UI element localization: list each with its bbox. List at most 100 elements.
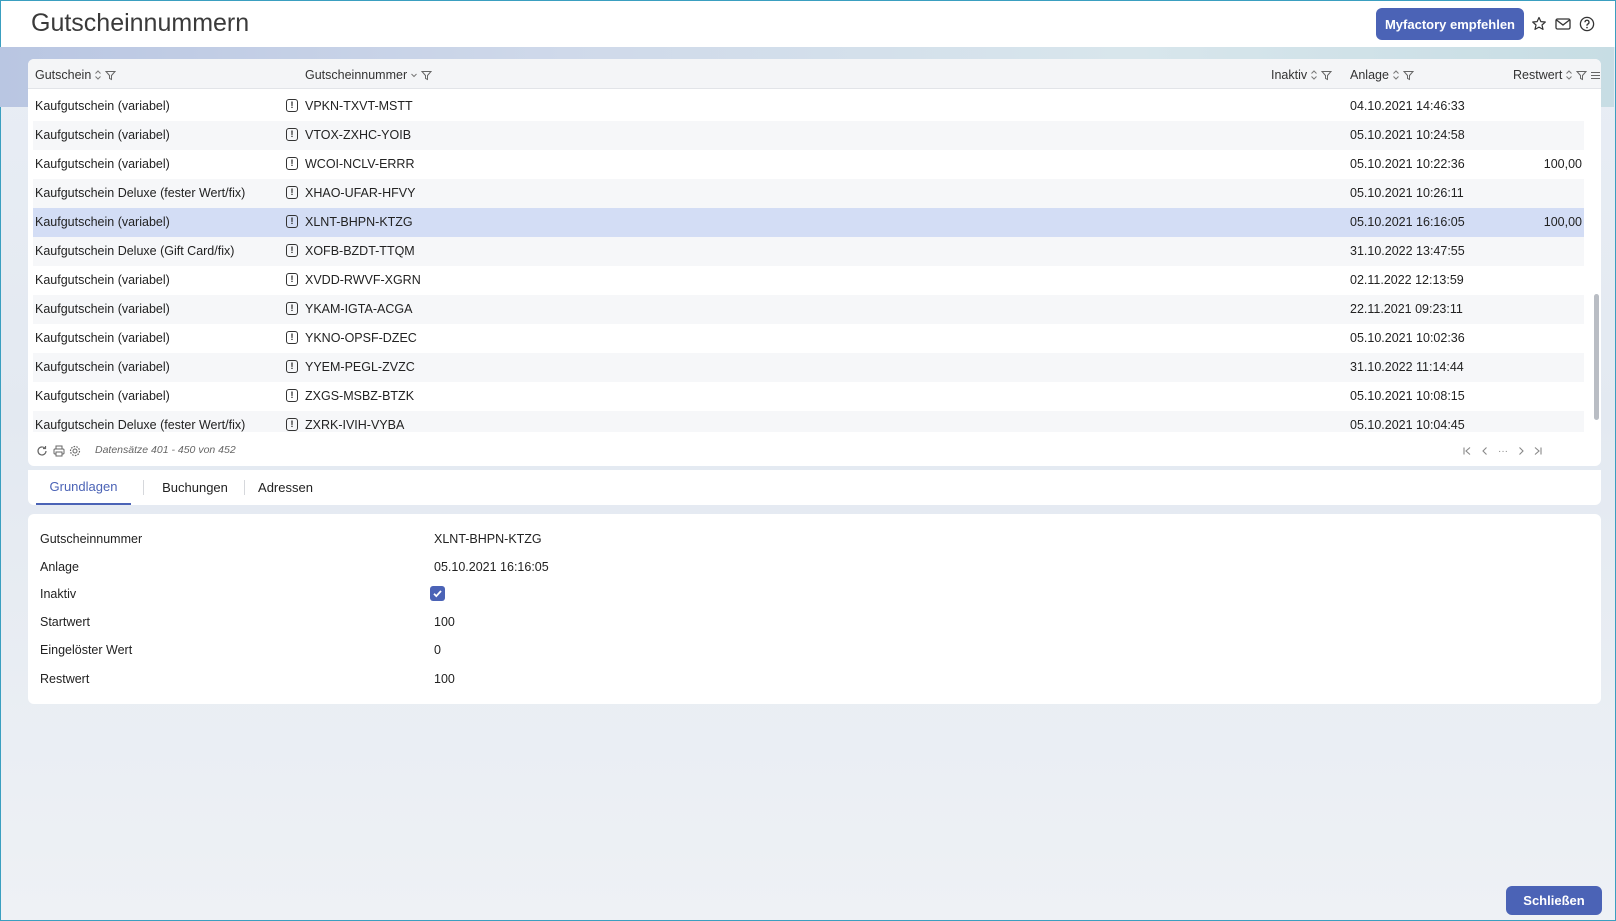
grid-footer: Datensätze 401 - 450 von 452 ··· (28, 440, 1601, 462)
table-row[interactable]: Kaufgutschein Deluxe (Gift Card/fix)! XOF… (33, 237, 1584, 266)
cell-gutscheinnummer: YKNO-OPSF-DZEC (305, 331, 417, 345)
table-row[interactable]: Kaufgutschein (variabel)! WCOI-NCLV-ERRR 0… (33, 150, 1584, 179)
cell-gutscheinnummer: YKAM-IGTA-ACGA (305, 302, 413, 316)
table-row[interactable]: Kaufgutschein (variabel)! VPKN-TXVT-MSTT 0… (33, 92, 1584, 121)
column-label: Restwert (1513, 68, 1563, 82)
print-icon[interactable] (52, 444, 66, 458)
grid-scrollbar[interactable] (1594, 92, 1599, 432)
sort-icon[interactable] (1565, 69, 1573, 81)
cell-gutschein: Kaufgutschein (variabel) (35, 389, 170, 403)
cell-gutscheinnummer: ZXRK-IVIH-VYBA (305, 418, 405, 432)
cell-anlage: 31.10.2022 13:47:55 (1350, 244, 1465, 258)
gutscheinnummer-value: XLNT-BHPN-KTZG (434, 532, 542, 546)
detail-tabs: Grundlagen Buchungen Adressen (28, 470, 1601, 505)
star-icon[interactable] (1529, 14, 1549, 34)
warning-icon: ! (286, 186, 298, 199)
grid-body: Kaufgutschein (variabel)! VPKN-TXVT-MSTT 0… (33, 92, 1584, 432)
help-icon[interactable] (1577, 14, 1597, 34)
cell-gutscheinnummer: XOFB-BZDT-TTQM (305, 244, 415, 258)
warning-icon: ! (286, 418, 298, 431)
column-header-anlage[interactable]: Anlage (1350, 67, 1414, 83)
filter-icon[interactable] (105, 70, 117, 81)
column-label: Anlage (1350, 68, 1389, 82)
column-label: Gutscheinnummer (305, 68, 408, 82)
tab-adressen[interactable]: Adressen (248, 470, 323, 505)
warning-icon: ! (286, 99, 298, 112)
restwert-label: Restwert (40, 672, 90, 686)
tab-buchungen[interactable]: Buchungen (148, 470, 242, 505)
cell-gutscheinnummer: XHAO-UFAR-HFVY (305, 186, 416, 200)
cell-anlage: 05.10.2021 10:26:11 (1350, 186, 1464, 200)
table-row[interactable]: Kaufgutschein Deluxe (fester Wert/fix)! Z… (33, 411, 1584, 432)
filter-icon[interactable] (1321, 70, 1333, 81)
sort-icon[interactable] (1392, 69, 1400, 81)
cell-gutscheinnummer: YYEM-PEGL-ZVZC (305, 360, 415, 374)
warning-icon: ! (286, 302, 298, 315)
cell-restwert: 100,00 (1543, 215, 1582, 229)
last-page-icon[interactable] (1531, 444, 1545, 458)
warning-icon: ! (286, 244, 298, 257)
eingeloest-label: Eingelöster Wert (40, 643, 133, 657)
cell-gutschein: Kaufgutschein (variabel) (35, 331, 170, 345)
refresh-icon[interactable] (35, 444, 49, 458)
cell-anlage: 31.10.2022 11:14:44 (1350, 360, 1464, 374)
cell-gutschein: Kaufgutschein Deluxe (Gift Card/fix) (35, 244, 235, 258)
previous-page-icon[interactable] (1478, 444, 1492, 458)
column-label: Gutschein (35, 68, 92, 82)
table-row[interactable]: Kaufgutschein (variabel)! VTOX-ZXHC-YOIB 0… (33, 121, 1584, 150)
gutscheinnummer-label: Gutscheinnummer (40, 532, 143, 546)
cell-gutschein: Kaufgutschein (variabel) (35, 360, 170, 374)
sort-icon[interactable] (94, 69, 102, 81)
table-row[interactable]: Kaufgutschein (variabel)! YKNO-OPSF-DZEC 0… (33, 324, 1584, 353)
column-header-restwert[interactable]: Restwert (1513, 67, 1601, 83)
warning-icon: ! (286, 215, 298, 228)
inaktiv-label: Inaktiv (40, 587, 77, 601)
startwert-value: 100 (434, 615, 455, 629)
grid-header: Gutschein Gutscheinnummer Inaktiv Anlage… (28, 59, 1601, 89)
tab-grundlagen[interactable]: Grundlagen (36, 470, 131, 505)
mail-icon[interactable] (1553, 14, 1573, 34)
inaktiv-checkbox[interactable] (430, 586, 445, 601)
table-row[interactable]: Kaufgutschein (variabel)! XLNT-BHPN-KTZG 0… (33, 208, 1584, 237)
warning-icon: ! (286, 157, 298, 170)
next-page-icon[interactable] (1514, 444, 1528, 458)
column-label: Inaktiv (1271, 68, 1308, 82)
cell-anlage: 05.10.2021 10:24:58 (1350, 128, 1465, 142)
warning-icon: ! (286, 331, 298, 344)
table-row[interactable]: Kaufgutschein (variabel)! ZXGS-MSBZ-BTZK 0… (33, 382, 1584, 411)
gear-icon[interactable] (68, 444, 82, 458)
voucher-grid: Gutschein Gutscheinnummer Inaktiv Anlage… (28, 59, 1601, 466)
page-ellipsis[interactable]: ··· (1496, 444, 1510, 458)
anlage-value: 05.10.2021 16:16:05 (434, 560, 549, 574)
column-header-gutscheinnummer[interactable]: Gutscheinnummer (305, 67, 433, 83)
sort-desc-icon[interactable] (410, 69, 418, 81)
cell-gutschein: Kaufgutschein (variabel) (35, 157, 170, 171)
filter-icon[interactable] (1576, 70, 1588, 81)
record-count: Datensätze 401 - 450 von 452 (95, 444, 236, 456)
table-row[interactable]: Kaufgutschein (variabel)! YKAM-IGTA-ACGA 2… (33, 295, 1584, 324)
close-button[interactable]: Schließen (1506, 886, 1602, 915)
cell-gutscheinnummer: XLNT-BHPN-KTZG (305, 215, 413, 229)
cell-gutschein: Kaufgutschein (variabel) (35, 128, 170, 142)
table-row[interactable]: Kaufgutschein Deluxe (fester Wert/fix)! X… (33, 179, 1584, 208)
filter-icon[interactable] (1402, 70, 1414, 81)
warning-icon: ! (286, 389, 298, 402)
table-row[interactable]: Kaufgutschein (variabel)! XVDD-RWVF-XGRN 0… (33, 266, 1584, 295)
first-page-icon[interactable] (1460, 444, 1474, 458)
recommend-button[interactable]: Myfactory empfehlen (1376, 8, 1524, 40)
scroll-thumb[interactable] (1594, 294, 1599, 420)
anlage-label: Anlage (40, 560, 79, 574)
table-row[interactable]: Kaufgutschein (variabel)! YYEM-PEGL-ZVZC 3… (33, 353, 1584, 382)
cell-anlage: 02.11.2022 12:13:59 (1350, 273, 1464, 287)
header-bar: Gutscheinnummern Myfactory empfehlen (1, 1, 1615, 47)
column-header-inaktiv[interactable]: Inaktiv (1271, 67, 1333, 83)
cell-anlage: 05.10.2021 10:02:36 (1350, 331, 1465, 345)
sort-icon[interactable] (1310, 69, 1318, 81)
column-header-gutschein[interactable]: Gutschein (35, 67, 117, 83)
cell-anlage: 05.10.2021 10:04:45 (1350, 418, 1465, 432)
filter-icon[interactable] (421, 70, 433, 81)
tab-divider (244, 480, 245, 495)
column-menu-icon[interactable] (1590, 70, 1601, 81)
cell-anlage: 22.11.2021 09:23:11 (1350, 302, 1463, 316)
cell-anlage: 04.10.2021 14:46:33 (1350, 99, 1465, 113)
